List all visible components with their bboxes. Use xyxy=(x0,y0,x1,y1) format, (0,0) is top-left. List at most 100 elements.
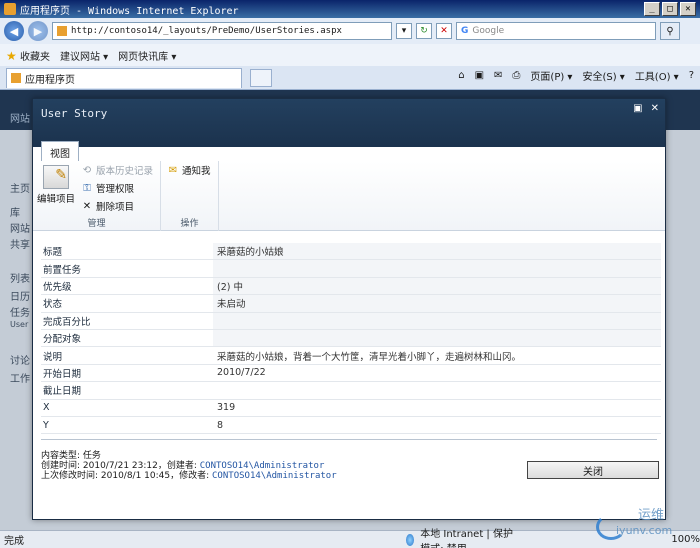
modified-by-link[interactable]: CONTOSO14\Administrator xyxy=(212,471,337,481)
content-type: 内容类型: 任务 xyxy=(41,451,101,461)
refresh-icon[interactable]: ↻ xyxy=(416,23,432,39)
fav-item-suggested-sites[interactable]: 建议网站 ▾ xyxy=(60,48,108,63)
dialog-header: User Story ▣ ✕ xyxy=(33,99,665,147)
bg-nav-item: 库 xyxy=(10,208,20,219)
close-dialog-icon[interactable]: ✕ xyxy=(651,103,659,114)
search-icon[interactable]: ⚲ xyxy=(660,22,680,40)
edit-item-label: 编辑项目 xyxy=(37,194,76,205)
field-value: 采蘑菇的小姑娘，背着一个大竹筐，清早光着小脚丫，走遍树林和山冈。 xyxy=(213,347,661,364)
field-label: 完成百分比 xyxy=(43,316,91,328)
delete-item-button[interactable]: ✕ 删除项目 xyxy=(81,199,135,214)
field-label: 前置任务 xyxy=(43,264,82,276)
cmd-safety[interactable]: 安全(S) ▾ xyxy=(582,68,624,83)
version-history-button[interactable]: ⟲ 版本历史记录 xyxy=(81,163,154,178)
field-label: 截止日期 xyxy=(43,386,82,398)
field-label: 状态 xyxy=(43,299,63,311)
created-info: 创建时间: 2010/7/21 23:12，创建者: CONTOSO14\Adm… xyxy=(41,461,337,471)
stop-icon[interactable]: ✕ xyxy=(436,23,452,39)
maximize-button[interactable]: □ xyxy=(662,2,678,16)
status-text: 完成 xyxy=(4,536,24,547)
field-value: (2) 中 xyxy=(213,277,661,295)
mail-icon[interactable]: ✉ xyxy=(494,70,502,81)
address-field[interactable]: http://contoso14/_layouts/PreDemo/UserSt… xyxy=(52,22,392,40)
minimize-button[interactable]: _ xyxy=(644,2,660,16)
created-by-link[interactable]: CONTOSO14\Administrator xyxy=(200,461,325,471)
tab-view[interactable]: 视图 xyxy=(41,141,79,161)
window-title: 应用程序页 - Windows Internet Explorer xyxy=(20,5,239,17)
field-label: 标题 xyxy=(43,247,63,259)
bg-nav-item: 共享 xyxy=(10,240,30,251)
bg-nav-item: 主页 xyxy=(10,184,30,195)
field-row: X 319 xyxy=(41,399,661,417)
google-icon: G xyxy=(461,26,469,36)
modified-info: 上次修改时间: 2010/8/1 10:45，修改者: CONTOSO14\Ad… xyxy=(41,471,337,481)
field-row: 说明 采蘑菇的小姑娘，背着一个大竹筐，清早光着小脚丫，走遍树林和山冈。 xyxy=(41,347,661,365)
page-icon xyxy=(11,73,21,83)
new-tab-button[interactable] xyxy=(250,68,272,87)
field-value: 2010/7/22 xyxy=(213,364,661,382)
field-row: 分配对象 xyxy=(41,329,661,348)
forward-button[interactable]: ▶ xyxy=(28,21,48,41)
globe-icon xyxy=(406,533,415,546)
command-bar: ⌂ ▣ ✉ ⎙ 页面(P) ▾ 安全(S) ▾ 工具(O) ▾ ? xyxy=(458,68,694,83)
cmd-tools[interactable]: 工具(O) ▾ xyxy=(635,68,679,83)
item-properties: 标题 采蘑菇的小姑娘 前置任务 优先级 (2) 中 状态 未启动 完成百分比 分配对象… xyxy=(41,243,661,435)
cmd-page[interactable]: 页面(P) ▾ xyxy=(530,68,572,83)
back-button[interactable]: ◀ xyxy=(4,21,24,41)
fav-item-web-slices[interactable]: 网页快讯库 ▾ xyxy=(118,48,176,63)
tab-title: 应用程序页 xyxy=(25,74,75,86)
window-controls: _ □ ✕ xyxy=(644,2,696,16)
close-button[interactable]: 关闭 xyxy=(527,461,659,479)
search-input[interactable]: G Google xyxy=(456,22,656,40)
favorites-label: 收藏夹 xyxy=(19,51,50,63)
field-row: 前置任务 xyxy=(41,260,661,278)
field-value: 319 xyxy=(213,399,661,416)
divider xyxy=(41,439,657,440)
address-dropdown-button[interactable]: ▾ xyxy=(396,23,412,39)
delete-icon: ✕ xyxy=(82,200,92,212)
field-value: 采蘑菇的小姑娘 xyxy=(213,243,661,260)
star-icon: ★ xyxy=(6,48,17,63)
field-label: 开始日期 xyxy=(43,368,82,380)
group-label-actions: 操作 xyxy=(180,219,199,229)
manage-permissions-label: 管理权限 xyxy=(96,184,135,195)
bg-nav-item: 讨论 xyxy=(10,356,30,367)
manage-permissions-button[interactable]: ⚿ 管理权限 xyxy=(81,181,135,196)
close-window-button[interactable]: ✕ xyxy=(680,2,696,16)
field-row: 标题 采蘑菇的小姑娘 xyxy=(41,243,661,261)
edit-item-button[interactable]: 编辑项目 xyxy=(37,165,75,205)
history-icon: ⟲ xyxy=(82,164,92,176)
field-row: 截止日期 xyxy=(41,382,661,400)
favorites-bar: ★ 收藏夹 建议网站 ▾ 网页快讯库 ▾ xyxy=(0,44,700,66)
bell-icon: ✉ xyxy=(168,164,178,176)
zone-text: 本地 Intranet | 保护模式: 禁用 xyxy=(420,528,513,548)
field-row: 优先级 (2) 中 xyxy=(41,277,661,296)
help-icon[interactable]: ? xyxy=(689,70,694,81)
delete-item-label: 删除项目 xyxy=(96,202,135,213)
print-icon[interactable]: ⎙ xyxy=(512,70,520,81)
feeds-icon[interactable]: ▣ xyxy=(475,70,484,81)
field-value xyxy=(213,260,661,277)
field-label: X xyxy=(43,402,50,414)
group-label-manage: 管理 xyxy=(87,219,106,229)
address-toolbar: ◀ ▶ http://contoso14/_layouts/PreDemo/Us… xyxy=(0,18,700,44)
dialog-title: User Story xyxy=(41,107,108,120)
ribbon-group-manage: 编辑项目 ⟲ 版本历史记录 ⚿ 管理权限 ✕ 删除项目 管理 xyxy=(33,161,161,231)
ribbon-group-actions: ✉ 通知我 操作 xyxy=(161,161,219,231)
field-row: 开始日期 2010/7/22 xyxy=(41,364,661,383)
window-titlebar: 应用程序页 - Windows Internet Explorer _ □ ✕ xyxy=(0,0,700,18)
dialog-controls: ▣ ✕ xyxy=(633,103,659,114)
field-label: 优先级 xyxy=(43,281,72,293)
maximize-dialog-icon[interactable]: ▣ xyxy=(633,103,642,114)
field-value: 未启动 xyxy=(213,295,661,312)
field-label: Y xyxy=(43,419,49,431)
home-icon[interactable]: ⌂ xyxy=(458,70,464,81)
field-row: Y8 xyxy=(41,416,661,435)
status-bar: 完成 本地 Intranet | 保护模式: 禁用 100% xyxy=(0,529,700,548)
favorites-button[interactable]: ★ 收藏夹 xyxy=(6,48,50,63)
tab-app-page[interactable]: 应用程序页 xyxy=(6,67,242,88)
item-metadata: 内容类型: 任务 创建时间: 2010/7/21 23:12，创建者: CONT… xyxy=(41,451,337,481)
version-history-label: 版本历史记录 xyxy=(96,166,154,177)
bg-nav-item: 任务 xyxy=(10,308,30,319)
alert-me-button[interactable]: ✉ 通知我 xyxy=(167,163,211,178)
